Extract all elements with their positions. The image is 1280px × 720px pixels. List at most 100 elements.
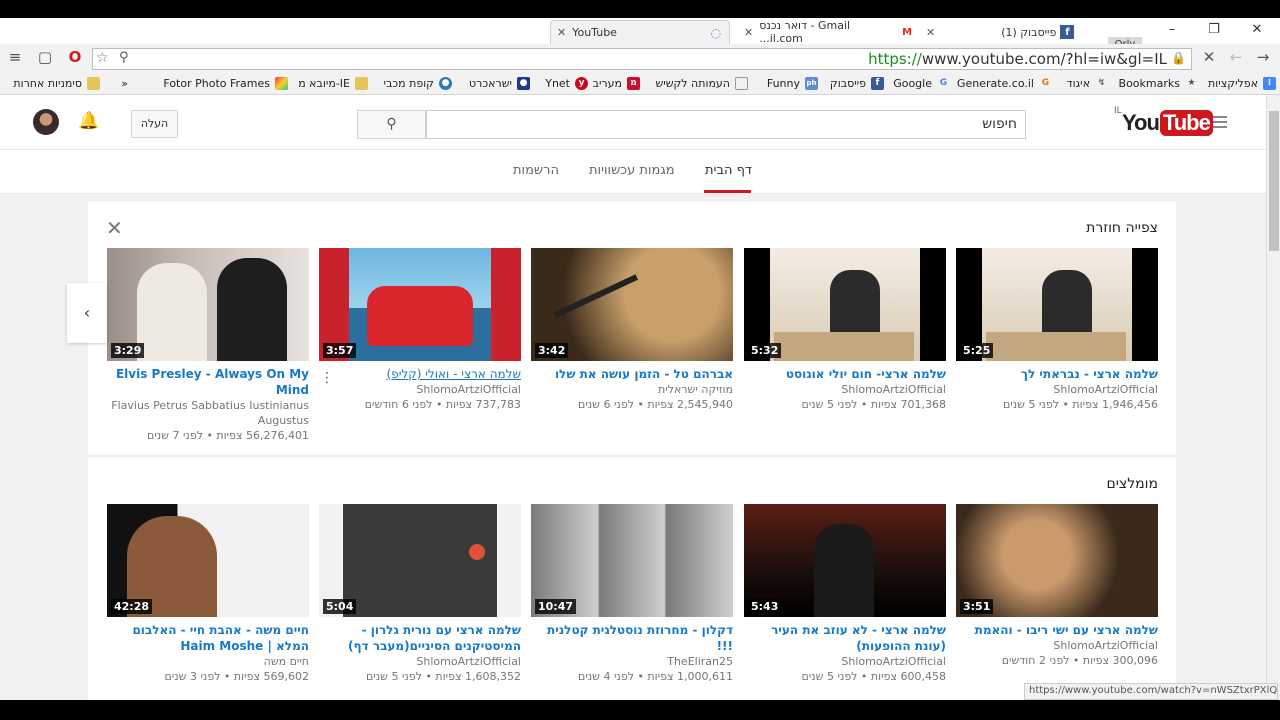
video-title[interactable]: שלמה ארצי עם נורית גלרון - המיסטיקנים הס… [319, 622, 521, 654]
minimize-icon[interactable]: – [1158, 20, 1186, 40]
search-button[interactable]: ⚲ [357, 110, 426, 139]
bookmark-igud[interactable]: איגוד ↯ [1067, 77, 1108, 90]
video-thumbnail[interactable]: 3:57 [319, 248, 521, 361]
bookmark-label: Ynet [545, 77, 570, 90]
opera-extension-icon[interactable]: O [64, 48, 86, 66]
video-channel[interactable]: ShlomoArtziOfficial [319, 654, 521, 669]
video-thumbnail[interactable]: 42:28 [107, 504, 309, 617]
video-title[interactable]: שלמה ארצי עם ישי ריבו - והאמת [956, 622, 1158, 638]
bookmark-label: מיובא מ-IE [298, 77, 350, 90]
video-card[interactable]: 3:51 שלמה ארצי עם ישי ריבו - והאמת Shlom… [956, 504, 1158, 668]
video-channel[interactable]: ShlomoArtziOfficial [956, 382, 1158, 397]
video-title[interactable]: שלמה ארצי - נבראתי לך [956, 366, 1158, 382]
video-thumbnail[interactable]: 5:32 [744, 248, 946, 361]
bookmark-funny[interactable]: Funny ph [767, 77, 818, 90]
video-card[interactable]: 10:47 דקלון - מחרוזת נוסטלגית קטלנית !!!… [531, 504, 733, 684]
bookmark-apps[interactable]: אפליקציות ⁞ [1208, 77, 1276, 90]
video-thumbnail[interactable]: 3:42 [531, 248, 733, 361]
video-title[interactable]: דקלון - מחרוזת נוסטלגית קטלנית !!! [531, 622, 733, 654]
bookmark-google[interactable]: Google G [893, 77, 950, 90]
extension-icon[interactable]: ▢ [34, 48, 56, 66]
folder-icon [355, 77, 368, 90]
video-thumbnail[interactable]: 10:47 [531, 504, 733, 617]
menu-icon[interactable]: ≡ [4, 48, 26, 66]
video-duration: 5:43 [748, 599, 782, 614]
video-thumbnail[interactable]: 5:04 [319, 504, 521, 617]
close-window-icon[interactable]: ✕ [1243, 20, 1271, 40]
page-scrollbar[interactable] [1266, 95, 1280, 700]
scrollbar-thumb[interactable] [1269, 111, 1279, 251]
video-title[interactable]: שלמה ארצי - ואולי (קליפ) [319, 366, 521, 382]
video-title[interactable]: שלמה ארצי- חום יולי אוגוסט [744, 366, 946, 382]
video-channel[interactable]: ShlomoArtziOfficial [744, 382, 946, 397]
video-title[interactable]: חיים משה - אהבת חיי - האלבום המלא | Haim… [107, 622, 309, 654]
youtube-header: IL You Tube חיפוש ⚲ העלה 🔔 [0, 95, 1266, 150]
thumb-groom [217, 258, 287, 361]
bookmark-maariv[interactable]: מעריב מ [593, 77, 640, 90]
tab-gmail[interactable]: ✕ דואר נכנס - Gmail ...il.com M [738, 19, 918, 45]
notifications-bell-icon[interactable]: 🔔 [78, 111, 99, 133]
close-tab-icon[interactable]: ✕ [926, 26, 935, 39]
restore-icon[interactable]: ❐ [1200, 20, 1228, 40]
bookmark-bookmarks[interactable]: Bookmarks ★ [1119, 77, 1198, 90]
close-tab-icon[interactable]: ✕ [557, 26, 566, 39]
forward-icon[interactable]: → [1252, 48, 1274, 66]
video-thumbnail[interactable]: 5:25 [956, 248, 1158, 361]
back-icon[interactable]: ← [1225, 48, 1247, 66]
bookmark-isracard[interactable]: ישראכרט ● [469, 77, 530, 90]
tab-trending[interactable]: מגמות עכשוויות [589, 163, 675, 178]
video-channel[interactable]: ShlomoArtziOfficial [956, 638, 1158, 653]
bookmark-ynet[interactable]: Ynet y [545, 77, 588, 90]
tab-facebook[interactable]: ✕ (1) פייסבוק f [920, 20, 1100, 44]
window-top-frame [0, 0, 1280, 18]
bookmark-generate[interactable]: Generate.co.il G [957, 77, 1052, 90]
bookmark-amuta[interactable]: העמותה לקשיש [655, 77, 748, 90]
bookmark-maccabi[interactable]: קופת מכבי ● [383, 77, 452, 90]
upload-button[interactable]: העלה [131, 110, 178, 138]
tab-subscriptions[interactable]: הרשמות [513, 163, 559, 178]
video-title[interactable]: אברהם טל - הזמן עושה את שלו [531, 366, 733, 382]
video-card[interactable]: 3:57 שלמה ארצי - ואולי (קליפ) ShlomoArtz… [319, 248, 521, 412]
lock-icon[interactable]: 🔒 [1171, 51, 1186, 65]
video-channel[interactable]: TheEliran25 [531, 654, 733, 669]
bookmark-fotor[interactable]: Fotor Photo Frames [163, 77, 288, 90]
video-card[interactable]: 5:32 שלמה ארצי- חום יולי אוגוסט ShlomoAr… [744, 248, 946, 412]
window-bottom-frame [0, 700, 1280, 720]
stop-icon[interactable]: ✕ [1198, 48, 1220, 66]
bookmark-star-icon[interactable]: ☆ [96, 50, 109, 66]
video-channel[interactable]: ShlomoArtziOfficial [744, 654, 946, 669]
search-input[interactable]: חיפוש [426, 110, 1026, 139]
video-card[interactable]: 5:04 שלמה ארצי עם נורית גלרון - המיסטיקנ… [319, 504, 521, 684]
video-title[interactable]: שלמה ארצי - לא עוזב את העיר (עונת ההופעו… [744, 622, 946, 654]
avatar[interactable] [33, 109, 59, 135]
shelf-prev-button[interactable]: ‹ [67, 283, 107, 343]
photo-icon: ph [805, 77, 818, 90]
video-card[interactable]: 42:28 חיים משה - אהבת חיי - האלבום המלא … [107, 504, 309, 684]
video-card[interactable]: 3:42 אברהם טל - הזמן עושה את שלו מוזיקה … [531, 248, 733, 412]
youtube-logo[interactable]: IL You Tube [1114, 106, 1213, 138]
search-placeholder: חיפוש [982, 116, 1017, 132]
video-thumbnail[interactable]: 3:29 [107, 248, 309, 361]
video-thumbnail[interactable]: 5:43 [744, 504, 946, 617]
url-scheme: https:// [868, 50, 922, 68]
bookmark-other[interactable]: סימניות אחרות [13, 77, 100, 90]
url-input[interactable]: ☆ ⚲ https://www.youtube.com/?hl=iw&gl=IL… [92, 48, 1192, 70]
close-shelf-icon[interactable]: ✕ [106, 216, 123, 240]
video-channel[interactable]: Flavius Petrus Sabbatius Iustinianus Aug… [107, 398, 309, 428]
video-channel[interactable]: ShlomoArtziOfficial [319, 382, 521, 397]
tab-home[interactable]: דף הבית [705, 163, 752, 178]
close-tab-icon[interactable]: ✕ [744, 26, 753, 39]
bookmarks-overflow[interactable]: » [121, 77, 128, 90]
video-duration: 10:47 [535, 599, 577, 614]
video-card[interactable]: 3:29 Elvis Presley - Always On My Mind F… [107, 248, 309, 443]
tab-youtube[interactable]: ✕ YouTube ◌ [550, 20, 730, 44]
video-channel[interactable]: חיים משה [107, 654, 309, 669]
bookmark-facebook[interactable]: פייסבוק f [830, 77, 884, 90]
video-card[interactable]: 5:25 שלמה ארצי - נבראתי לך ShlomoArtziOf… [956, 248, 1158, 412]
video-title[interactable]: Elvis Presley - Always On My Mind [107, 366, 309, 398]
video-channel[interactable]: מוזיקה ישראלית [531, 382, 733, 397]
video-card[interactable]: 5:43 שלמה ארצי - לא עוזב את העיר (עונת ה… [744, 504, 946, 684]
bookmark-folder-ie[interactable]: מיובא מ-IE [298, 77, 368, 90]
more-actions-icon[interactable]: ⋮ [320, 370, 334, 386]
video-thumbnail[interactable]: 3:51 [956, 504, 1158, 617]
